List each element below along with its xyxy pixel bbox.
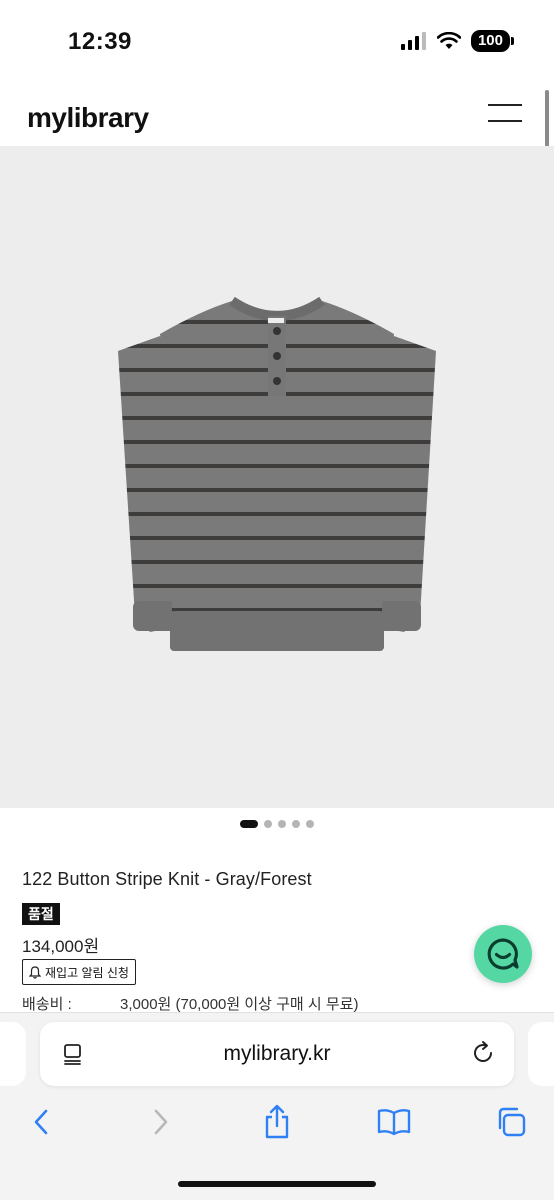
- shipping-info: 배송비 : 3,000원 (70,000원 이상 구매 시 무료): [22, 993, 358, 1014]
- previous-tab-peek[interactable]: [0, 1022, 26, 1086]
- site-header: mylibrary: [0, 84, 554, 146]
- browser-toolbar: [0, 1100, 554, 1144]
- image-carousel-dots: [0, 820, 554, 828]
- carousel-dot-active[interactable]: [240, 820, 258, 828]
- book-icon: [377, 1109, 411, 1136]
- tabs-icon: [498, 1107, 526, 1137]
- shipping-label: 배송비 :: [22, 996, 72, 1013]
- battery-indicator: 100: [470, 30, 515, 52]
- sweater-image: [118, 296, 436, 651]
- next-tab-peek[interactable]: [528, 1022, 554, 1086]
- signal-icon: [400, 32, 426, 50]
- site-logo[interactable]: mylibrary: [27, 102, 149, 134]
- product-price: 134,000원: [22, 937, 100, 956]
- share-icon: [265, 1104, 289, 1139]
- restock-alert-button[interactable]: 재입고 알림 신청: [22, 959, 136, 985]
- status-icons: 100: [400, 30, 515, 52]
- wifi-icon: [436, 32, 461, 49]
- share-button[interactable]: [255, 1100, 299, 1144]
- carousel-dot[interactable]: [278, 820, 286, 828]
- bookmarks-button[interactable]: [372, 1100, 416, 1144]
- tabs-button[interactable]: [489, 1100, 533, 1144]
- restock-alert-label: 재입고 알림 신청: [45, 965, 129, 980]
- chat-button[interactable]: [474, 925, 532, 983]
- chevron-right-icon: [154, 1109, 168, 1135]
- url-text: mylibrary.kr: [223, 1042, 331, 1065]
- product-title: 122 Button Stripe Knit - Gray/Forest: [22, 869, 312, 889]
- back-button[interactable]: [19, 1100, 63, 1144]
- product-image[interactable]: [0, 146, 554, 808]
- address-bar[interactable]: mylibrary.kr: [40, 1022, 514, 1086]
- shipping-value: 3,000원 (70,000원 이상 구매 시 무료): [120, 996, 359, 1013]
- carousel-dot[interactable]: [264, 820, 272, 828]
- status-bar: 12:39 100: [0, 0, 554, 84]
- status-time: 12:39: [68, 28, 132, 55]
- forward-button[interactable]: [139, 1100, 183, 1144]
- bell-icon: [29, 965, 41, 979]
- home-indicator: [178, 1181, 376, 1187]
- reload-icon[interactable]: [470, 1040, 496, 1066]
- carousel-dot[interactable]: [292, 820, 300, 828]
- menu-line: [488, 120, 522, 122]
- carousel-dot[interactable]: [306, 820, 314, 828]
- menu-line: [488, 104, 522, 106]
- hamburger-menu-icon[interactable]: [488, 104, 522, 124]
- chat-bubble-icon: [487, 938, 519, 970]
- soldout-badge: 품절: [22, 903, 60, 925]
- chevron-left-icon: [34, 1109, 48, 1135]
